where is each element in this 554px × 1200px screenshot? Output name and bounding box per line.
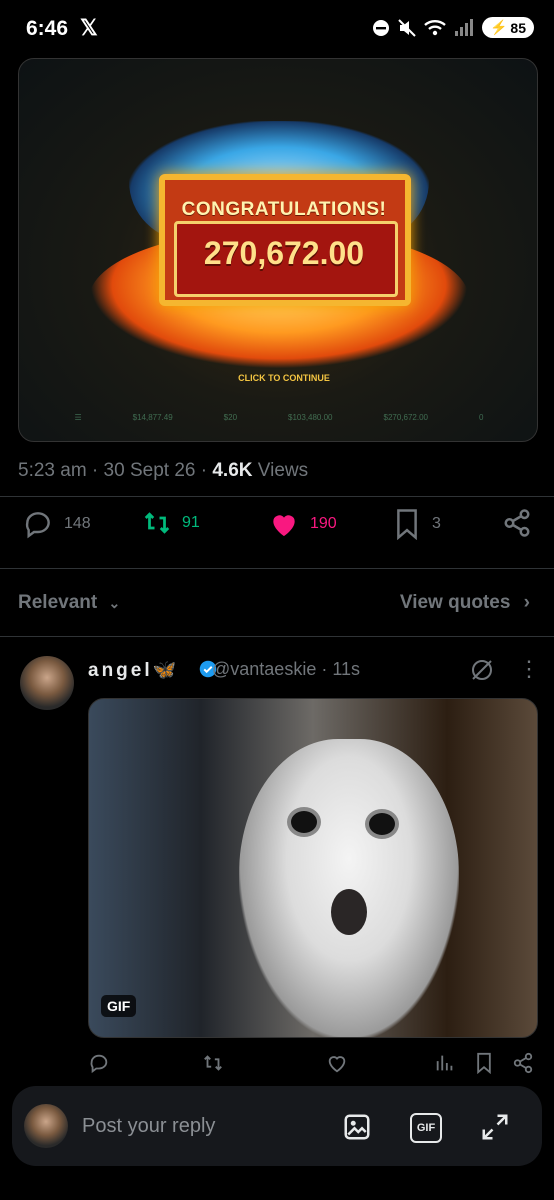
status-bar: 6:46 𝕏 ⚡ 85 (0, 0, 554, 58)
hud-bet: $20 (223, 412, 238, 422)
hud-free-spins: 0 (478, 412, 484, 422)
image-icon[interactable] (342, 1112, 372, 1142)
reply-icon (90, 1054, 108, 1074)
view-quotes-link[interactable]: View quotes › (400, 592, 530, 614)
hud-total-win: $270,672.00 (383, 412, 429, 422)
repost-icon (204, 1055, 222, 1071)
x-logo-icon: 𝕏 (80, 15, 98, 40)
bookmark-count: 3 (432, 515, 441, 532)
reply-share-button[interactable] (512, 1052, 534, 1074)
expand-icon[interactable] (480, 1112, 510, 1142)
hud-menu-icon: ☰ (74, 412, 82, 422)
like-count: 190 (310, 515, 337, 532)
reply-analytics-button[interactable] (434, 1052, 456, 1074)
reply-time: 11s (332, 659, 361, 679)
battery-level: 85 (510, 19, 526, 36)
butterfly-emoji: 🦋 (152, 660, 177, 681)
cat-eye-left (287, 807, 321, 837)
signal-icon (454, 18, 473, 36)
cat-mouth (331, 889, 367, 935)
reply-like-button[interactable] (326, 1052, 348, 1074)
cat-eye-right (365, 809, 399, 839)
views-label: Views (257, 460, 309, 481)
chevron-right-icon: › (523, 592, 530, 613)
chevron-down-icon: ⌄ (108, 595, 121, 611)
reply-author-name-text: angel (88, 660, 153, 681)
reply-handle[interactable]: @vantaeskie · 11s (212, 659, 360, 680)
post-time: 5:23 am (18, 460, 87, 481)
bookmark-button[interactable]: 3 (392, 508, 441, 540)
gif-badge: GIF (101, 995, 137, 1017)
reply-count: 148 (64, 515, 91, 532)
gif-button[interactable]: GIF (410, 1113, 442, 1143)
win-amount: 270,672.00 (203, 235, 365, 271)
reply-repost-button[interactable] (202, 1052, 224, 1074)
mute-icon (398, 18, 416, 37)
divider (0, 568, 554, 569)
status-icons: ⚡ 85 (372, 17, 534, 38)
reply-bookmark-button[interactable] (474, 1052, 494, 1074)
hud-balance: $14,877.49 (132, 412, 173, 422)
wifi-icon (424, 19, 446, 35)
avatar (24, 1104, 68, 1148)
reply-handle-text: @vantaeskie (212, 659, 317, 679)
dnd-icon (372, 19, 389, 36)
post-meta: 5:23 am · 30 Sept 26 · 4.6K Views (18, 460, 309, 481)
reply-input[interactable]: Post your reply (82, 1115, 215, 1138)
reply-button[interactable]: 148 (22, 508, 91, 540)
game-hud: ☰ $14,877.49 $20 $103,480.00 $270,672.00… (49, 399, 509, 435)
analytics-icon (436, 1055, 453, 1071)
sort-dropdown[interactable]: Relevant ⌄ (18, 592, 120, 614)
like-button[interactable]: 190 (268, 508, 337, 540)
heart-icon (328, 1056, 346, 1073)
reply-gif[interactable]: GIF (88, 698, 538, 1038)
navigation-bar (0, 1170, 554, 1200)
battery-indicator: ⚡ 85 (481, 17, 534, 38)
reply-author-name[interactable]: angel🦋 (88, 658, 176, 682)
click-to-continue: CLICK TO CONTINUE (238, 373, 330, 383)
bookmark-icon (477, 1052, 491, 1074)
grok-icon[interactable] (470, 658, 494, 682)
hud-win: $103,480.00 (288, 412, 333, 422)
post-date: 30 Sept 26 (103, 460, 196, 481)
view-quotes-label: View quotes (399, 592, 511, 613)
repost-count: 91 (182, 514, 200, 531)
post-image[interactable]: CONGRATULATIONS! 270,672.00 CLICK TO CON… (18, 58, 538, 442)
divider (0, 636, 554, 637)
bookmark-icon (397, 509, 417, 540)
share-icon (513, 1052, 533, 1074)
congrats-text: CONGRATULATIONS! (181, 199, 387, 220)
reply-reply-button[interactable] (88, 1052, 110, 1074)
divider (0, 496, 554, 497)
more-options-icon[interactable]: ⋮ (518, 656, 540, 682)
repost-button[interactable]: 91 (142, 508, 200, 538)
battery-saver-icon: ⚡ (489, 19, 508, 35)
repost-icon (144, 512, 170, 534)
heart-icon (273, 515, 295, 536)
share-button[interactable] (502, 508, 532, 538)
reply-icon (25, 512, 50, 539)
view-count: 4.6K (212, 460, 253, 481)
status-time: 6:46 (26, 17, 69, 40)
sort-label: Relevant (18, 592, 98, 613)
share-icon (504, 509, 530, 537)
avatar[interactable] (20, 656, 74, 710)
